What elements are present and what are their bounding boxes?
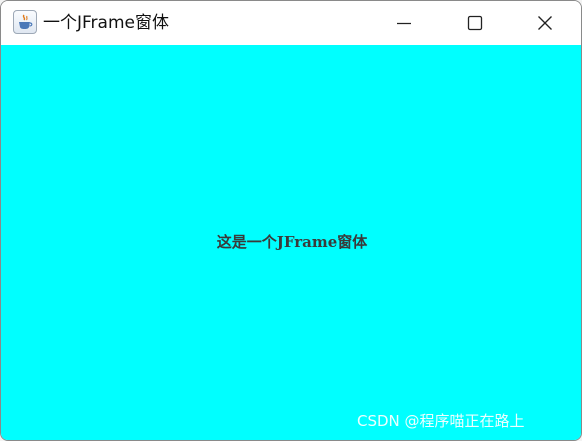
content-pane: 这是一个JFrame窗体 CSDN @程序喵正在路上 bbox=[1, 45, 581, 440]
jframe-window: 一个JFrame窗体 这是一个JFrame窗体 CSDN @程序喵正在路上 bbox=[0, 0, 582, 441]
window-title: 一个JFrame窗体 bbox=[43, 13, 169, 33]
watermark-text: CSDN @程序喵正在路上 bbox=[357, 412, 525, 430]
minimize-icon bbox=[397, 22, 411, 25]
maximize-icon bbox=[467, 15, 483, 31]
close-icon bbox=[538, 16, 552, 30]
content-label: 这是一个JFrame窗体 bbox=[216, 233, 368, 251]
close-button[interactable] bbox=[516, 1, 574, 45]
maximize-button[interactable] bbox=[446, 1, 504, 45]
minimize-button[interactable] bbox=[375, 1, 433, 45]
java-coffee-cup-icon[interactable] bbox=[13, 10, 37, 34]
title-bar[interactable]: 一个JFrame窗体 bbox=[1, 1, 581, 45]
